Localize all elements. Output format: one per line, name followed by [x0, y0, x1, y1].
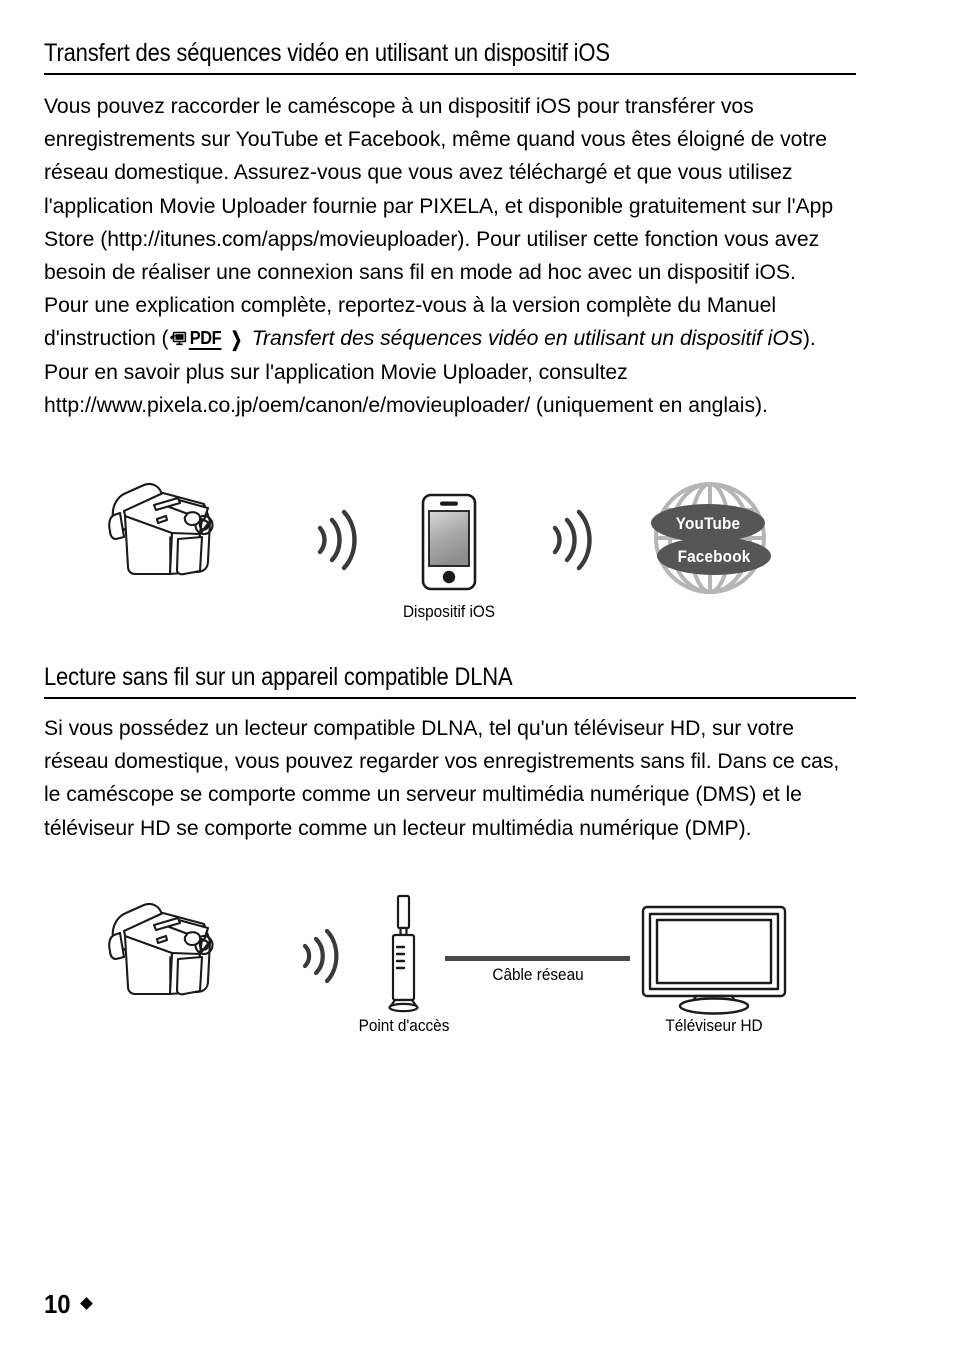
diamond-bullet-icon — [80, 1296, 93, 1310]
heading-rule-dlna — [44, 697, 856, 699]
badge-facebook: Facebook — [677, 547, 751, 566]
paragraph-dlna: Si vous possédez un lecteur compatible D… — [44, 716, 840, 840]
paragraph-ios: Vous pouvez raccorder le caméscope à un … — [44, 90, 846, 422]
document-page: Transfert des séquences vidéo en utilisa… — [0, 0, 954, 1345]
page-footer: 10 — [44, 1289, 93, 1319]
ios-device-icon — [421, 493, 477, 591]
wireless-signal-icon-3 — [302, 928, 339, 984]
pdf-arrow-icon: ❯ — [230, 328, 243, 351]
service-badges — [651, 504, 771, 575]
caption-ios-device: Dispositif iOS — [402, 603, 496, 621]
network-cable-line — [445, 956, 630, 961]
paragraph-ios-part1: Vous pouvez raccorder le caméscope à un … — [44, 94, 834, 351]
wireless-signal-icon — [317, 509, 357, 571]
paragraph-dlna-block: Si vous possédez un lecteur compatible D… — [44, 712, 858, 845]
figure-ios-transfer: Dispositif iOS YouTube Facebook — [100, 470, 860, 635]
pdf-label: PDF — [189, 328, 222, 351]
caption-access-point: Point d'accès — [358, 1017, 450, 1035]
section-dlna: Lecture sans fil sur un appareil compati… — [44, 662, 856, 699]
caption-hdtv: Téléviseur HD — [665, 1017, 763, 1035]
internet-services-globe: YouTube Facebook — [648, 478, 776, 598]
heading-rule — [44, 73, 856, 75]
section-heading-ios: Transfert des séquences vidéo en utilisa… — [44, 39, 610, 67]
section-heading-dlna: Lecture sans fil sur un appareil compati… — [44, 663, 513, 691]
badge-youtube: YouTube — [675, 514, 741, 533]
access-point-icon — [388, 894, 419, 1013]
pdf-reference-badge: PDF ❯ — [170, 328, 245, 351]
caption-network-cable: Câble réseau — [492, 966, 584, 984]
page-number: 10 — [44, 1289, 71, 1319]
wireless-signal-icon-2 — [552, 509, 592, 571]
monitor-icon — [170, 332, 187, 346]
section-ios-transfer: Transfert des séquences vidéo en utilisa… — [44, 38, 856, 75]
paragraph-ios-block: Vous pouvez raccorder le caméscope à un … — [44, 90, 858, 422]
hdtv-icon — [641, 905, 787, 1015]
figure-dlna-playback: Point d'accès Câble réseau Téléviseur HD — [100, 890, 860, 1050]
camcorder-icon-2 — [108, 902, 214, 996]
camcorder-icon — [108, 482, 214, 576]
paragraph-ios-italic-reference: Transfert des séquences vidéo en utilisa… — [251, 326, 803, 351]
